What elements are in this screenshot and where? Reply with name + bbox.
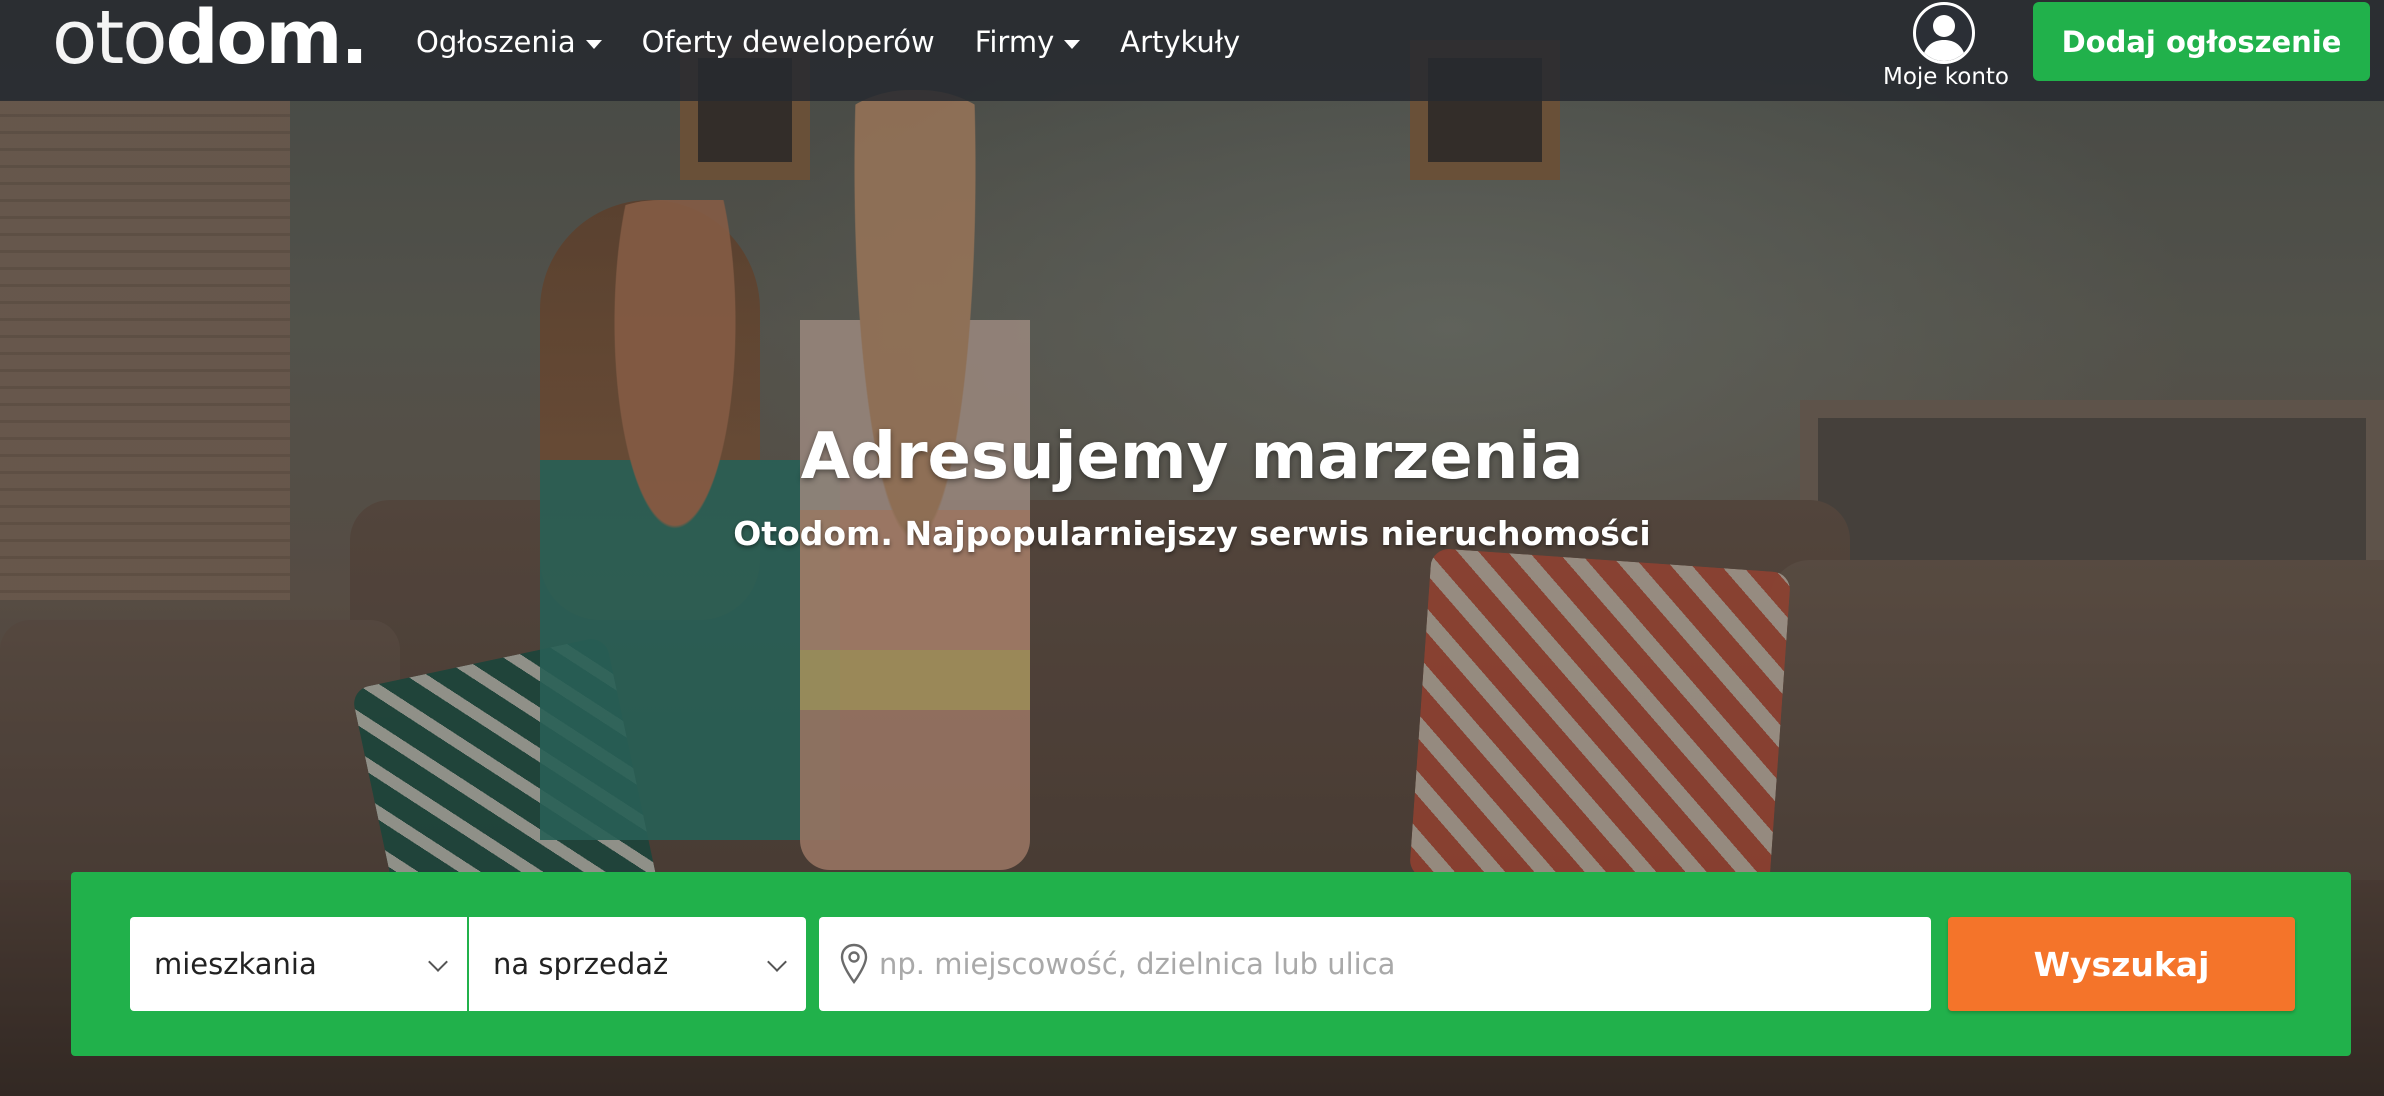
- nav-item-label: Artykuły: [1120, 25, 1241, 59]
- search-panel: mieszkania na sprzedaż Wyszukaj: [71, 872, 2351, 1056]
- caret-down-icon: [585, 39, 602, 49]
- nav-item-firmy[interactable]: Firmy: [974, 20, 1081, 64]
- chevron-down-icon: [428, 952, 448, 972]
- main-nav: Ogłoszenia Oferty deweloperów Firmy Arty…: [416, 20, 1240, 64]
- nav-item-label: Ogłoszenia: [416, 25, 576, 59]
- add-listing-button[interactable]: Dodaj ogłoszenie: [2033, 2, 2370, 81]
- nav-item-label: Oferty deweloperów: [641, 25, 935, 59]
- top-navigation-bar: otodom. Ogłoszenia Oferty deweloperów Fi…: [0, 0, 2384, 101]
- transaction-type-select[interactable]: na sprzedaż: [469, 917, 806, 1011]
- location-pin-icon: [840, 943, 868, 985]
- nav-item-oferty-deweloperow[interactable]: Oferty deweloperów: [642, 20, 935, 64]
- nav-item-ogloszenia[interactable]: Ogłoszenia: [416, 20, 602, 64]
- nav-item-label: Firmy: [974, 25, 1055, 59]
- otodom-logo[interactable]: otodom.: [52, 1, 369, 82]
- hero-subtitle: Otodom. Najpopularniejszy serwis nieruch…: [733, 514, 1651, 553]
- user-avatar-icon: [1913, 2, 1975, 64]
- transaction-type-value: na sprzedaż: [493, 947, 669, 981]
- property-type-value: mieszkania: [154, 947, 317, 981]
- search-button[interactable]: Wyszukaj: [1948, 917, 2295, 1011]
- my-account-label: Moje konto: [1882, 64, 2009, 90]
- my-account-link[interactable]: Moje konto: [1876, 0, 2016, 100]
- caret-down-icon: [1064, 39, 1081, 49]
- location-field: [819, 917, 1931, 1011]
- hero-title: Adresujemy marzenia: [800, 420, 1584, 494]
- chevron-down-icon: [767, 952, 787, 972]
- nav-item-artykuly[interactable]: Artykuły: [1120, 20, 1240, 64]
- location-search-input[interactable]: [879, 917, 1919, 1011]
- property-type-select[interactable]: mieszkania: [130, 917, 467, 1011]
